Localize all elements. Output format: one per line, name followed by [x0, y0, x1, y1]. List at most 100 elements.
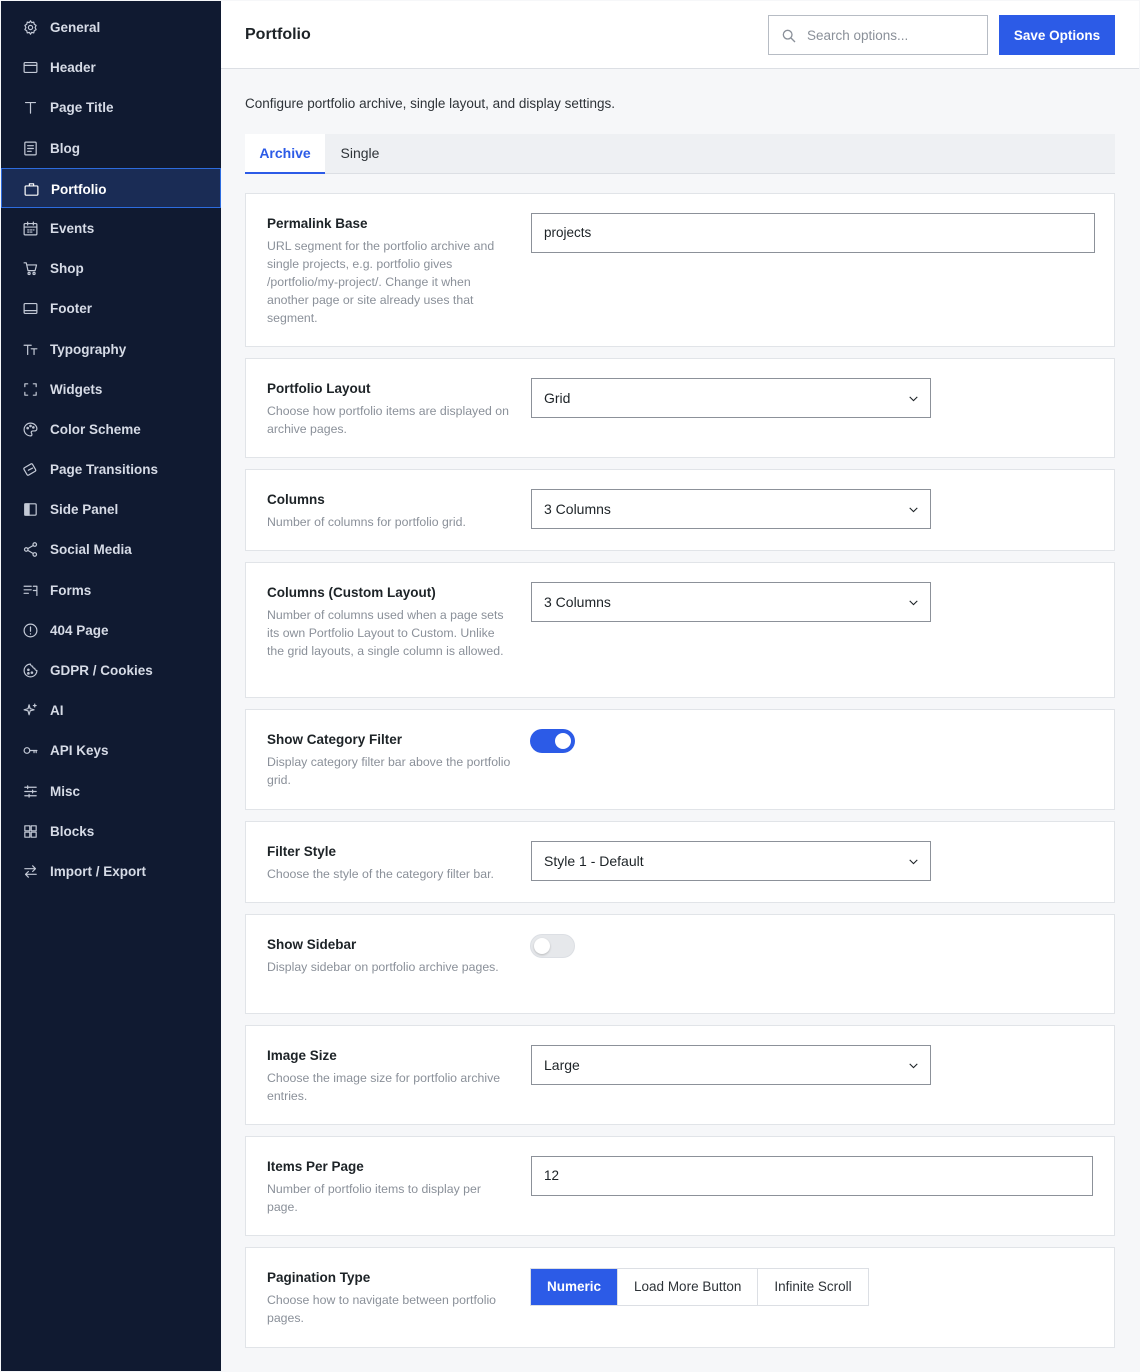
setting-title: Columns [267, 492, 325, 507]
sidebar-item-label: General [50, 20, 101, 35]
setting-description: Number of columns for portfolio grid. [267, 515, 466, 529]
portfolio-layout-select[interactable]: Grid [531, 378, 931, 418]
setting-description: Number of portfolio items to display per… [267, 1182, 481, 1214]
sidebar-item-label: Page Title [50, 100, 114, 115]
category-filter-toggle[interactable] [530, 729, 575, 753]
sidebar-item-api-keys[interactable]: API Keys [1, 730, 221, 770]
sidebar: General Header Page Title Blog Portfolio… [1, 1, 221, 1371]
top-bar: Portfolio Save Options [221, 1, 1139, 69]
sidebar-item-forms[interactable]: Forms [1, 570, 221, 610]
setting-description: Display sidebar on portfolio archive pag… [267, 960, 499, 974]
transitions-icon [22, 461, 39, 478]
sidebar-item-events[interactable]: Events [1, 208, 221, 248]
gear-icon [22, 19, 39, 36]
setting-title: Columns (Custom Layout) [267, 585, 436, 600]
setting-title: Image Size [267, 1048, 337, 1063]
sidebar-item-label: Side Panel [50, 502, 119, 517]
setting-pagination-type: Pagination Type Choose how to navigate b… [245, 1247, 1115, 1348]
sidebar-item-import-export[interactable]: Import / Export [1, 851, 221, 891]
columns-custom-select[interactable]: 3 Columns [531, 582, 931, 622]
sidebar-item-label: Widgets [50, 382, 103, 397]
sidebar-item-label: Portfolio [51, 182, 107, 197]
sidebar-item-blog[interactable]: Blog [1, 128, 221, 168]
pagination-type-selector: Numeric Load More Button Infinite Scroll [530, 1268, 869, 1306]
sidebar-item-ai[interactable]: AI [1, 690, 221, 730]
select-value: Style 1 - Default [544, 853, 644, 869]
sidebar-item-typography[interactable]: Typography [1, 329, 221, 369]
cookie-icon [22, 662, 39, 679]
tab-archive[interactable]: Archive [245, 134, 325, 174]
sidebar-item-misc[interactable]: Misc [1, 771, 221, 811]
sidebar-item-footer[interactable]: Footer [1, 288, 221, 328]
chevron-down-icon [909, 859, 918, 865]
setting-permalink-base: Permalink Base URL segment for the portf… [245, 193, 1115, 347]
setting-title: Show Category Filter [267, 732, 403, 747]
sidebar-item-social-media[interactable]: Social Media [1, 529, 221, 569]
sidebar-item-header[interactable]: Header [1, 47, 221, 87]
sidebar-item-label: Typography [50, 342, 127, 357]
setting-show-category-filter: Show Category Filter Display category fi… [245, 709, 1115, 810]
share-icon [22, 541, 39, 558]
sidebar-item-blocks[interactable]: Blocks [1, 811, 221, 851]
setting-title: Permalink Base [267, 216, 368, 231]
tab-bar: Archive Single [245, 134, 1115, 174]
setting-filter-style: Filter Style Choose the style of the cat… [245, 821, 1115, 903]
sidebar-item-shop[interactable]: Shop [1, 248, 221, 288]
permalink-base-input[interactable]: projects [531, 213, 1095, 253]
widgets-icon [22, 381, 39, 398]
setting-description: Choose how to navigate between portfolio… [267, 1293, 497, 1325]
setting-title: Pagination Type [267, 1270, 371, 1285]
setting-title: Items Per Page [267, 1159, 364, 1174]
sparkle-icon [22, 702, 39, 719]
toggle-knob [534, 938, 550, 954]
setting-description: URL segment for the portfolio archive an… [267, 239, 495, 325]
sidebar-item-color-scheme[interactable]: Color Scheme [1, 409, 221, 449]
header-icon [22, 59, 39, 76]
chevron-down-icon [909, 507, 918, 513]
sidebar-item-404-page[interactable]: 404 Page [1, 610, 221, 650]
sidebar-item-label: GDPR / Cookies [50, 663, 153, 678]
setting-title: Filter Style [267, 844, 337, 859]
chevron-down-icon [909, 1063, 918, 1069]
select-value: Large [544, 1057, 580, 1073]
sidebar-item-label: Page Transitions [50, 462, 159, 477]
sidebar-item-gdpr-cookies[interactable]: GDPR / Cookies [1, 650, 221, 690]
sidebar-item-page-title[interactable]: Page Title [1, 87, 221, 127]
sidebar-item-label: Blog [50, 141, 80, 156]
side-panel-icon [22, 501, 39, 518]
blog-icon [22, 140, 39, 157]
save-options-button[interactable]: Save Options [999, 15, 1115, 55]
sidebar-item-label: Forms [50, 583, 92, 598]
title-icon [22, 99, 39, 116]
sidebar-item-side-panel[interactable]: Side Panel [1, 489, 221, 529]
columns-select[interactable]: 3 Columns [531, 489, 931, 529]
typography-icon [22, 341, 39, 358]
select-value: 3 Columns [544, 501, 611, 517]
pagination-option-numeric[interactable]: Numeric [531, 1269, 618, 1305]
pagination-option-load-more[interactable]: Load More Button [617, 1269, 757, 1305]
sidebar-item-label: Footer [50, 301, 92, 316]
sidebar-toggle[interactable] [530, 934, 575, 958]
page-description: Configure portfolio archive, single layo… [245, 96, 615, 111]
search-input[interactable] [807, 16, 983, 54]
items-per-page-input[interactable]: 12 [531, 1156, 1093, 1196]
filter-style-select[interactable]: Style 1 - Default [531, 841, 931, 881]
search-box[interactable] [768, 15, 988, 55]
pagination-option-infinite-scroll[interactable]: Infinite Scroll [757, 1269, 867, 1305]
sidebar-item-label: Shop [50, 261, 84, 276]
search-icon [782, 29, 796, 43]
sidebar-item-label: Color Scheme [50, 422, 141, 437]
forms-icon [22, 582, 39, 599]
blocks-icon [22, 823, 39, 840]
sidebar-item-portfolio[interactable]: Portfolio [1, 168, 221, 208]
sidebar-item-general[interactable]: General [1, 7, 221, 47]
sidebar-item-widgets[interactable]: Widgets [1, 369, 221, 409]
image-size-select[interactable]: Large [531, 1045, 931, 1085]
setting-image-size: Image Size Choose the image size for por… [245, 1025, 1115, 1125]
sidebar-item-page-transitions[interactable]: Page Transitions [1, 449, 221, 489]
setting-portfolio-layout: Portfolio Layout Choose how portfolio it… [245, 358, 1115, 458]
sidebar-item-label: Import / Export [50, 864, 147, 879]
tab-single[interactable]: Single [325, 134, 395, 174]
toggle-knob [555, 733, 571, 749]
cart-icon [22, 260, 39, 277]
